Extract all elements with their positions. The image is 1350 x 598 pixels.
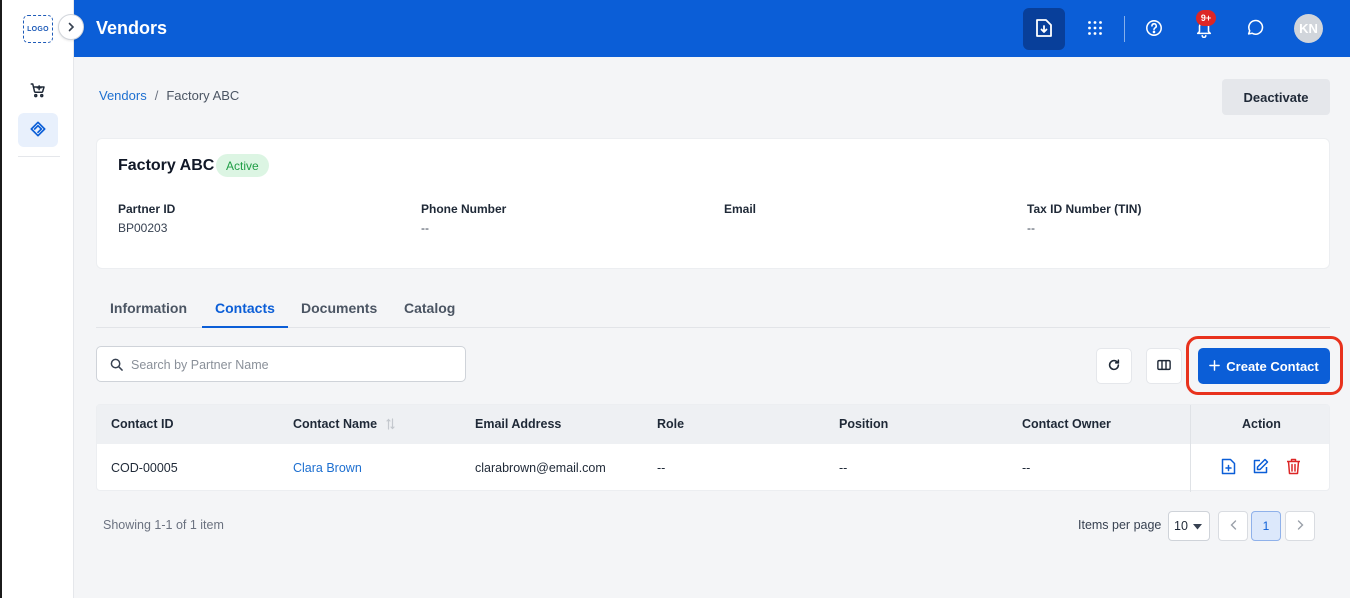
- status-badge: Active: [216, 154, 269, 177]
- partner-id-label: Partner ID: [118, 202, 176, 216]
- phone-number-value: --: [421, 221, 429, 235]
- chevron-left-icon: [1230, 519, 1237, 533]
- chevron-right-icon: [66, 20, 76, 35]
- breadcrumb-vendors-link[interactable]: Vendors: [99, 88, 147, 103]
- tab-contacts[interactable]: Contacts: [215, 300, 275, 316]
- search-input[interactable]: [131, 355, 451, 375]
- column-header-contact-name-label: Contact Name: [293, 417, 378, 431]
- breadcrumb: Vendors / Factory ABC: [99, 88, 239, 103]
- column-header-position: Position: [839, 417, 889, 431]
- partner-id-value: BP00203: [118, 221, 168, 235]
- cell-role: --: [657, 461, 666, 475]
- cell-contact-owner: --: [1022, 461, 1031, 475]
- breadcrumb-separator: /: [154, 88, 159, 103]
- chat-button[interactable]: [1234, 8, 1276, 50]
- search-icon: [110, 358, 123, 374]
- apps-grid-icon: [1087, 20, 1103, 39]
- trash-icon: [1286, 458, 1301, 478]
- phone-number-label: Phone Number: [421, 202, 507, 216]
- column-header-contact-id: Contact ID: [111, 417, 174, 431]
- plus-icon: [1209, 359, 1221, 374]
- vendor-info-card: Factory ABC Active Partner ID BP00203 Ph…: [96, 138, 1330, 269]
- notification-badge: 9+: [1196, 10, 1216, 26]
- active-tab-indicator: [202, 326, 288, 328]
- create-contact-button[interactable]: Create Contact: [1198, 348, 1330, 384]
- columns-button[interactable]: [1146, 348, 1182, 384]
- columns-icon: [1157, 359, 1171, 374]
- column-header-role: Role: [657, 417, 685, 431]
- user-avatar[interactable]: KN: [1294, 14, 1323, 43]
- help-circle-icon: [1145, 19, 1163, 40]
- sidebar: LOGO: [2, 0, 74, 598]
- sidebar-item-vendors[interactable]: [18, 113, 58, 147]
- column-header-email: Email Address: [475, 417, 562, 431]
- tax-id-label: Tax ID Number (TIN): [1027, 202, 1142, 216]
- email-label: Email: [724, 202, 757, 216]
- apps-button[interactable]: [1074, 8, 1116, 50]
- items-per-page-label: Items per page: [1078, 518, 1162, 532]
- breadcrumb-current: Factory ABC: [166, 88, 240, 103]
- next-page-button[interactable]: [1285, 511, 1315, 541]
- view-detail-button[interactable]: [1218, 458, 1238, 478]
- detail-tabs: Information Contacts Documents Catalog: [96, 290, 1330, 328]
- pagination-summary: Showing 1-1 of 1 item: [103, 518, 224, 532]
- caret-down-icon: [1192, 519, 1202, 533]
- sidebar-divider: [18, 156, 60, 157]
- sort-icon[interactable]: [385, 418, 395, 433]
- chat-bubble-icon: [1245, 18, 1265, 41]
- action-column-divider: [1190, 405, 1191, 492]
- edit-button[interactable]: [1250, 458, 1270, 478]
- deactivate-button[interactable]: Deactivate: [1222, 79, 1330, 115]
- tax-id-value: --: [1027, 221, 1035, 235]
- chevron-right-icon: [1297, 519, 1304, 533]
- tab-information[interactable]: Information: [110, 300, 187, 316]
- file-add-icon: [1221, 458, 1236, 478]
- column-header-contact-name[interactable]: Contact Name: [293, 417, 395, 433]
- vendor-name: Factory ABC: [118, 157, 215, 174]
- tab-documents[interactable]: Documents: [301, 300, 377, 316]
- download-button[interactable]: [1023, 8, 1065, 50]
- refresh-button[interactable]: [1096, 348, 1132, 384]
- sidebar-expand-button[interactable]: [58, 14, 84, 40]
- column-header-action: Action: [1242, 417, 1281, 431]
- header-divider: [1124, 16, 1125, 42]
- column-header-contact-owner: Contact Owner: [1022, 417, 1111, 431]
- page-button-current[interactable]: 1: [1251, 511, 1281, 541]
- tab-catalog[interactable]: Catalog: [404, 300, 455, 316]
- refresh-icon: [1107, 358, 1121, 375]
- cart-icon: [29, 81, 47, 102]
- cell-contact-id: COD-00005: [111, 461, 178, 475]
- help-button[interactable]: [1133, 8, 1175, 50]
- items-per-page-select[interactable]: 10: [1168, 511, 1210, 541]
- logo: LOGO: [23, 15, 53, 43]
- cell-contact-name-link[interactable]: Clara Brown: [293, 461, 362, 475]
- vendor-handshake-icon: [28, 119, 48, 142]
- sidebar-item-orders[interactable]: [18, 74, 58, 108]
- contacts-table: Contact ID Contact Name Email Address Ro…: [96, 404, 1330, 492]
- edit-icon: [1252, 458, 1269, 478]
- top-header: Vendors 9+ KN: [74, 0, 1350, 57]
- delete-button[interactable]: [1283, 458, 1303, 478]
- table-header: Contact ID Contact Name Email Address Ro…: [97, 405, 1329, 444]
- create-contact-label: Create Contact: [1226, 358, 1319, 374]
- cell-email: clarabrown@email.com: [475, 461, 606, 475]
- file-download-icon: [1035, 18, 1053, 41]
- cell-position: --: [839, 461, 848, 475]
- search-box: [96, 346, 466, 382]
- items-per-page-value: 10: [1174, 519, 1188, 533]
- previous-page-button[interactable]: [1218, 511, 1248, 541]
- page-title: Vendors: [96, 18, 168, 38]
